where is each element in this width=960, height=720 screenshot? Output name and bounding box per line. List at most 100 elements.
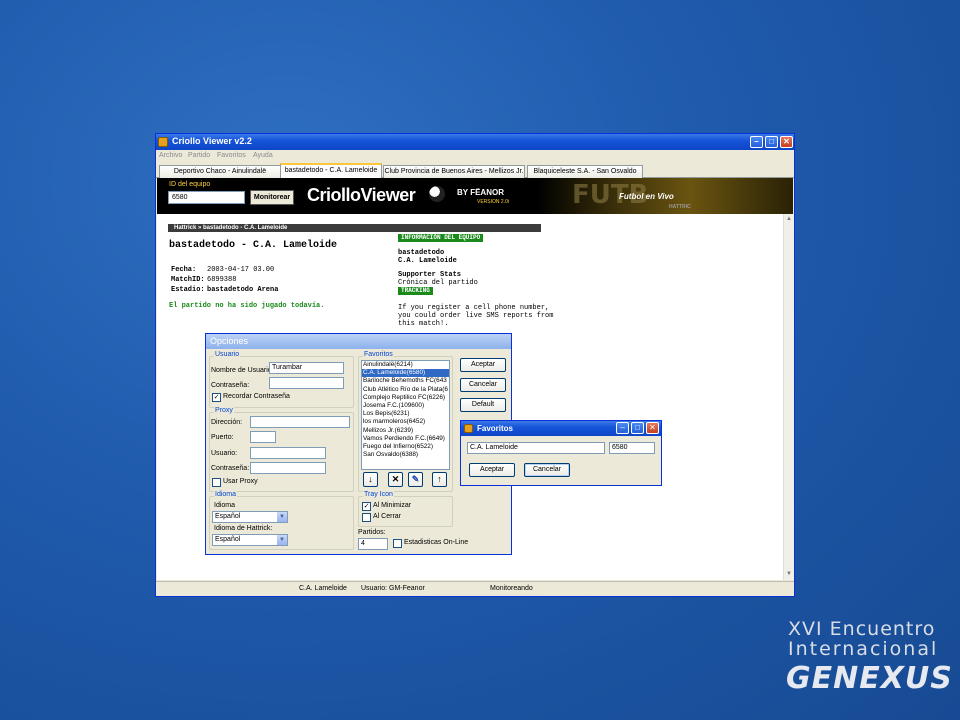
contrasena-input[interactable]: [269, 377, 344, 389]
branding-line-1: XVI Encuentro: [788, 618, 936, 640]
status-bar: C.A. Lameloide Usuario: GM-Feanor Monito…: [156, 581, 794, 596]
al-minimizar-label: Al Minimizar: [373, 502, 412, 509]
app-icon: [158, 137, 168, 147]
estadisticas-checkbox[interactable]: [393, 539, 402, 548]
recordar-label: Recordar Contraseña: [223, 393, 290, 400]
proxy-usuario-input[interactable]: [250, 447, 326, 459]
supporter-stats-link[interactable]: Supporter Stats: [398, 271, 461, 279]
favoritos-list-item[interactable]: Club Atlético Río de la Plata(6: [362, 386, 449, 394]
idioma-hattrick-label: Idioma de Hattrick:: [214, 525, 273, 532]
al-minimizar-checkbox[interactable]: ✓: [362, 502, 371, 511]
partidos-label: Partidos:: [358, 529, 386, 536]
nombre-usuario-input[interactable]: Turambar: [269, 362, 344, 374]
move-down-icon[interactable]: ↓: [363, 472, 378, 487]
idioma-hattrick-select[interactable]: Español ▼: [212, 534, 288, 546]
favorito-name-input[interactable]: C.A. Lameloide: [467, 442, 605, 454]
edit-icon[interactable]: ✎: [408, 472, 423, 487]
delete-icon[interactable]: ✕: [388, 472, 403, 487]
status-state: Monitoreando: [490, 585, 533, 592]
fecha-value: 2003-04-17 03.00: [207, 266, 275, 274]
favoritos-list-item[interactable]: Mellizos Jr.(6239): [362, 427, 449, 435]
puerto-input[interactable]: [250, 431, 276, 443]
move-up-icon[interactable]: ↑: [432, 472, 447, 487]
maximize-button[interactable]: □: [631, 422, 644, 434]
favoritos-list-item[interactable]: Fuego del Infierno(6522): [362, 443, 449, 451]
tray-icon-group: Tray Icon: [358, 491, 453, 527]
tab-club-provincia[interactable]: Club Provincia de Buenos Aires - Mellizo…: [383, 165, 525, 178]
logo-by: BY FËANOR: [457, 188, 504, 197]
estadisticas-label: Estadisticas On-Line: [404, 539, 469, 546]
menu-archivo[interactable]: Archivo: [159, 152, 182, 159]
favoritos-dialog: Favoritos – □ ✕ C.A. Lameloide 6580 Acep…: [460, 420, 662, 486]
monitor-button[interactable]: Monitorear: [250, 190, 294, 205]
vertical-scrollbar[interactable]: ▲ ▼: [783, 214, 794, 580]
banner-artwork: FUTB Futbol en Vivo HATTRIC: [537, 178, 793, 214]
tracking-header: TRACKING: [398, 287, 433, 295]
chevron-down-icon[interactable]: ▼: [277, 512, 287, 522]
favoritos-list-item[interactable]: Ainulindalë(6214): [362, 361, 449, 369]
tab-bastadetodo[interactable]: bastadetodo - C.A. Lameloide: [280, 163, 382, 178]
favoritos-list-item[interactable]: San Osvaldo(6388): [362, 451, 449, 459]
idioma-group-label: Idioma: [214, 491, 238, 498]
cancelar-button[interactable]: Cancelar: [460, 378, 506, 392]
estadio-label: Estadio:: [171, 286, 205, 294]
direccion-input[interactable]: [250, 416, 350, 428]
banner-envivo-text: Futbol en Vivo: [619, 192, 674, 201]
idioma-select-value: Español: [215, 513, 241, 520]
title-bar[interactable]: Criollo Viewer v2.2 – □ ✕: [156, 134, 794, 150]
favoritos-list-item[interactable]: C.A. Lameloide(6580): [362, 369, 449, 378]
favoritos-list[interactable]: Ainulindalë(6214) C.A. Lameloide(6580) Bar…: [361, 360, 450, 470]
favoritos-list-item[interactable]: Complejo Reptilico FC(6226): [362, 394, 449, 402]
tab-blaquiceleste[interactable]: Blaquiceleste S.A. - San Osvaldo: [527, 165, 643, 178]
recordar-checkbox[interactable]: ✓: [212, 393, 221, 402]
proxy-usuario-label: Usuario:: [211, 450, 238, 457]
menu-ayuda[interactable]: Ayuda: [253, 152, 273, 159]
default-button[interactable]: Default: [460, 398, 506, 412]
team-name-1[interactable]: bastadetodo: [398, 249, 444, 257]
al-cerrar-checkbox[interactable]: [362, 513, 371, 522]
favoritos-list-item[interactable]: Vamos Perdiendo F.C.(6649): [362, 435, 449, 443]
partidos-input[interactable]: 4: [358, 538, 388, 550]
minimize-button[interactable]: –: [616, 422, 629, 434]
logo-version: VERSION 2.0i: [477, 199, 509, 205]
scroll-up-icon[interactable]: ▲: [784, 214, 794, 224]
minimize-button[interactable]: –: [750, 136, 763, 148]
favorito-id-input[interactable]: 6580: [609, 442, 655, 454]
idioma-select[interactable]: Español ▼: [212, 511, 288, 523]
proxy-contrasena-input[interactable]: [250, 462, 326, 474]
match-tabs: Deportivo Chaco - Ainulindalë bastadetod…: [156, 163, 794, 178]
favoritos-list-item[interactable]: Los Bepis(6231): [362, 410, 449, 418]
status-user: Usuario: GM-Feanor: [361, 585, 425, 592]
banner-hattrick-text: HATTRIC: [669, 204, 691, 210]
menu-partido[interactable]: Partido: [188, 152, 210, 159]
favoritos-list-item[interactable]: los marmoleros(6452): [362, 418, 449, 426]
soccer-ball-icon: [429, 186, 445, 202]
maximize-button[interactable]: □: [765, 136, 778, 148]
usar-proxy-checkbox[interactable]: [212, 478, 221, 487]
usuario-group-label: Usuario: [214, 351, 241, 358]
banner: ID del equipo 6580 Monitorear CriolloVie…: [157, 178, 793, 214]
favorito-aceptar-button[interactable]: Aceptar: [469, 463, 515, 477]
options-title[interactable]: Opciones: [206, 334, 511, 349]
genexus-logo: GENEXUS: [786, 661, 953, 696]
favoritos-list-item[interactable]: Josema F.C.(109600): [362, 402, 449, 410]
proxy-contrasena-label: Contraseña:: [211, 465, 250, 472]
cronica-link[interactable]: Crónica del partido: [398, 279, 478, 287]
menu-favoritos[interactable]: Favoritos: [217, 152, 246, 159]
match-title: bastadetodo - C.A. Lameloide: [169, 240, 338, 251]
team-name-2[interactable]: C.A. Lameloide: [398, 257, 457, 265]
favoritos-list-item[interactable]: Bariloche Behemoths FC(643: [362, 377, 449, 385]
menu-bar: Archivo Partido Favoritos Ayuda: [156, 151, 794, 163]
favoritos-group-label: Favoritos: [363, 351, 394, 358]
direccion-label: Dirección:: [211, 419, 243, 426]
team-id-input[interactable]: 6580: [168, 191, 245, 204]
favorito-cancelar-button[interactable]: Cancelar: [524, 463, 570, 477]
close-button[interactable]: ✕: [646, 422, 659, 434]
chevron-down-icon[interactable]: ▼: [277, 535, 287, 545]
tab-deportivo-chaco[interactable]: Deportivo Chaco - Ainulindalë: [159, 165, 281, 178]
scroll-down-icon[interactable]: ▼: [784, 569, 794, 579]
branding: XVI Encuentro Internacional GENEXUS: [780, 618, 953, 698]
close-button[interactable]: ✕: [780, 136, 793, 148]
logo-text: CriolloViewer: [307, 185, 416, 205]
aceptar-button[interactable]: Aceptar: [460, 358, 506, 372]
